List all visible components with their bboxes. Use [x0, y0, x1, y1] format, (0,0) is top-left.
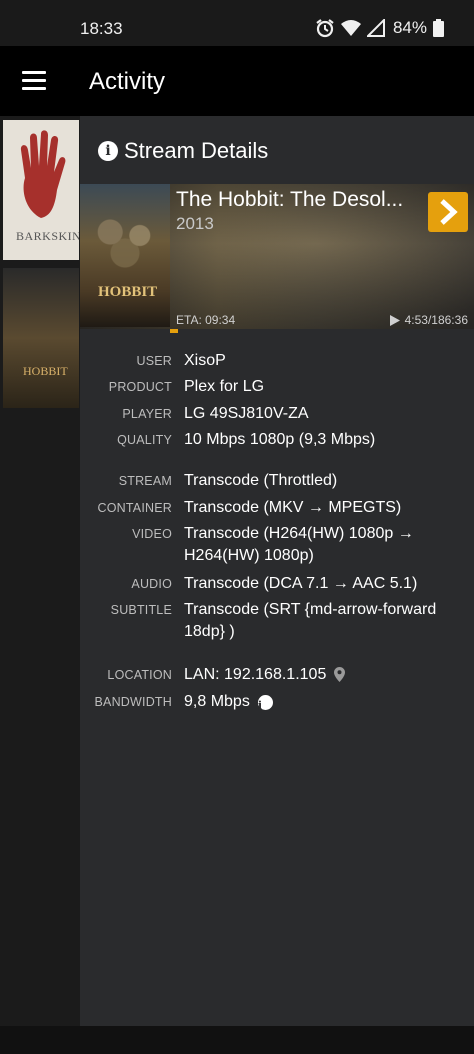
- detail-row-location: LOCATION LAN: 192.168.1.105: [80, 664, 474, 689]
- app-bar: Activity: [0, 46, 474, 116]
- media-title: The Hobbit: The Desol...: [176, 188, 404, 211]
- detail-value-wrap: LAN: 192.168.1.105: [184, 664, 464, 689]
- location-pin-icon[interactable]: [334, 667, 346, 689]
- detail-label: LOCATION: [107, 668, 172, 682]
- detail-label: SUBTITLE: [110, 603, 172, 617]
- poster-artwork: [88, 204, 162, 274]
- play-icon: [389, 314, 400, 326]
- battery-icon: [433, 19, 444, 37]
- detail-row-container: CONTAINER Transcode (MKV → MPEGTS): [80, 497, 474, 519]
- status-icons: 84%: [315, 18, 444, 38]
- detail-label: VIDEO: [132, 527, 172, 541]
- detail-value-wrap: 9,8 Mbps i: [184, 691, 464, 713]
- detail-row-quality: QUALITY 10 Mbps 1080p (9,3 Mbps): [80, 429, 474, 451]
- list-item-poster[interactable]: HOBBIT: [3, 268, 79, 408]
- stream-details-sheet: i Stream Details HOBBIT The Hobbit: The …: [80, 116, 474, 1026]
- detail-label: PRODUCT: [108, 380, 172, 394]
- detail-row-player: PLAYER LG 49SJ810V-ZA: [80, 403, 474, 425]
- detail-label: AUDIO: [131, 577, 172, 591]
- detail-value: Plex for LG: [184, 378, 265, 395]
- sheet-title: Stream Details: [124, 138, 269, 163]
- detail-row-audio: AUDIO Transcode (DCA 7.1 → AAC 5.1): [80, 573, 474, 595]
- list-item-poster[interactable]: BARKSKINS: [3, 120, 79, 260]
- detail-label: QUALITY: [117, 433, 172, 447]
- detail-value: Transcode (H264(HW) 1080p → H264(HW) 108…: [184, 525, 414, 564]
- open-media-button[interactable]: [428, 192, 468, 232]
- info-icon: i: [98, 141, 118, 161]
- page-title: Activity: [89, 68, 166, 95]
- info-icon[interactable]: i: [257, 695, 273, 712]
- detail-row-video: VIDEO Transcode (H264(HW) 1080p → H264(H…: [80, 523, 474, 567]
- detail-value: LAN: 192.168.1.105: [184, 666, 327, 683]
- detail-value: Transcode (Throttled): [184, 472, 338, 489]
- detail-value: 9,8 Mbps: [184, 693, 250, 710]
- signal-icon: [366, 19, 385, 37]
- activity-list: BARKSKINS HOBBIT: [0, 116, 80, 1054]
- detail-label: BANDWIDTH: [94, 695, 172, 709]
- media-poster: HOBBIT: [80, 184, 170, 327]
- detail-value: Transcode (SRT {md-arrow-forward 18dp} ): [184, 601, 437, 640]
- detail-label: STREAM: [118, 474, 172, 488]
- status-bar: 18:33 84%: [0, 0, 474, 46]
- detail-label: PLAYER: [122, 407, 172, 421]
- menu-icon[interactable]: [22, 71, 48, 91]
- detail-value: 10 Mbps 1080p (9,3 Mbps): [184, 431, 376, 448]
- bottom-strip: [0, 1026, 474, 1054]
- poster-text: HOBBIT: [23, 364, 68, 378]
- progress-text: 4:53/186:36: [404, 313, 468, 327]
- chevron-right-icon: [440, 199, 458, 225]
- alarm-icon: [316, 19, 334, 38]
- detail-label: USER: [136, 354, 172, 368]
- detail-row-stream: STREAM Transcode (Throttled): [80, 470, 474, 492]
- progress-info: 4:53/186:36: [389, 313, 468, 327]
- sheet-header: i Stream Details: [98, 138, 268, 164]
- media-card[interactable]: HOBBIT The Hobbit: The Desol... 2013 ETA…: [80, 184, 474, 333]
- hand-print-artwork: [20, 130, 66, 218]
- detail-row-product: PRODUCT Plex for LG: [80, 376, 474, 398]
- poster-text: HOBBIT: [98, 284, 158, 300]
- detail-row-subtitle: SUBTITLE Transcode (SRT {md-arrow-forwar…: [80, 599, 474, 643]
- detail-value: Transcode (DCA 7.1 → AAC 5.1): [184, 575, 418, 592]
- detail-value: XisoP: [184, 352, 226, 369]
- detail-row-user: USER XisoP: [80, 350, 474, 372]
- detail-label: CONTAINER: [97, 501, 172, 515]
- detail-value: Transcode (MKV → MPEGTS): [184, 499, 402, 516]
- battery-percent: 84%: [392, 18, 427, 37]
- detail-value: LG 49SJ810V-ZA: [184, 405, 309, 422]
- poster-text: BARKSKINS: [16, 229, 79, 243]
- progress-fill: [170, 329, 178, 333]
- eta-text: ETA: 09:34: [176, 313, 236, 327]
- detail-row-bandwidth: BANDWIDTH 9,8 Mbps i: [80, 691, 474, 713]
- wifi-icon: [340, 20, 361, 36]
- status-time: 18:33: [80, 19, 123, 38]
- media-year: 2013: [176, 214, 214, 233]
- progress-track: [80, 329, 474, 333]
